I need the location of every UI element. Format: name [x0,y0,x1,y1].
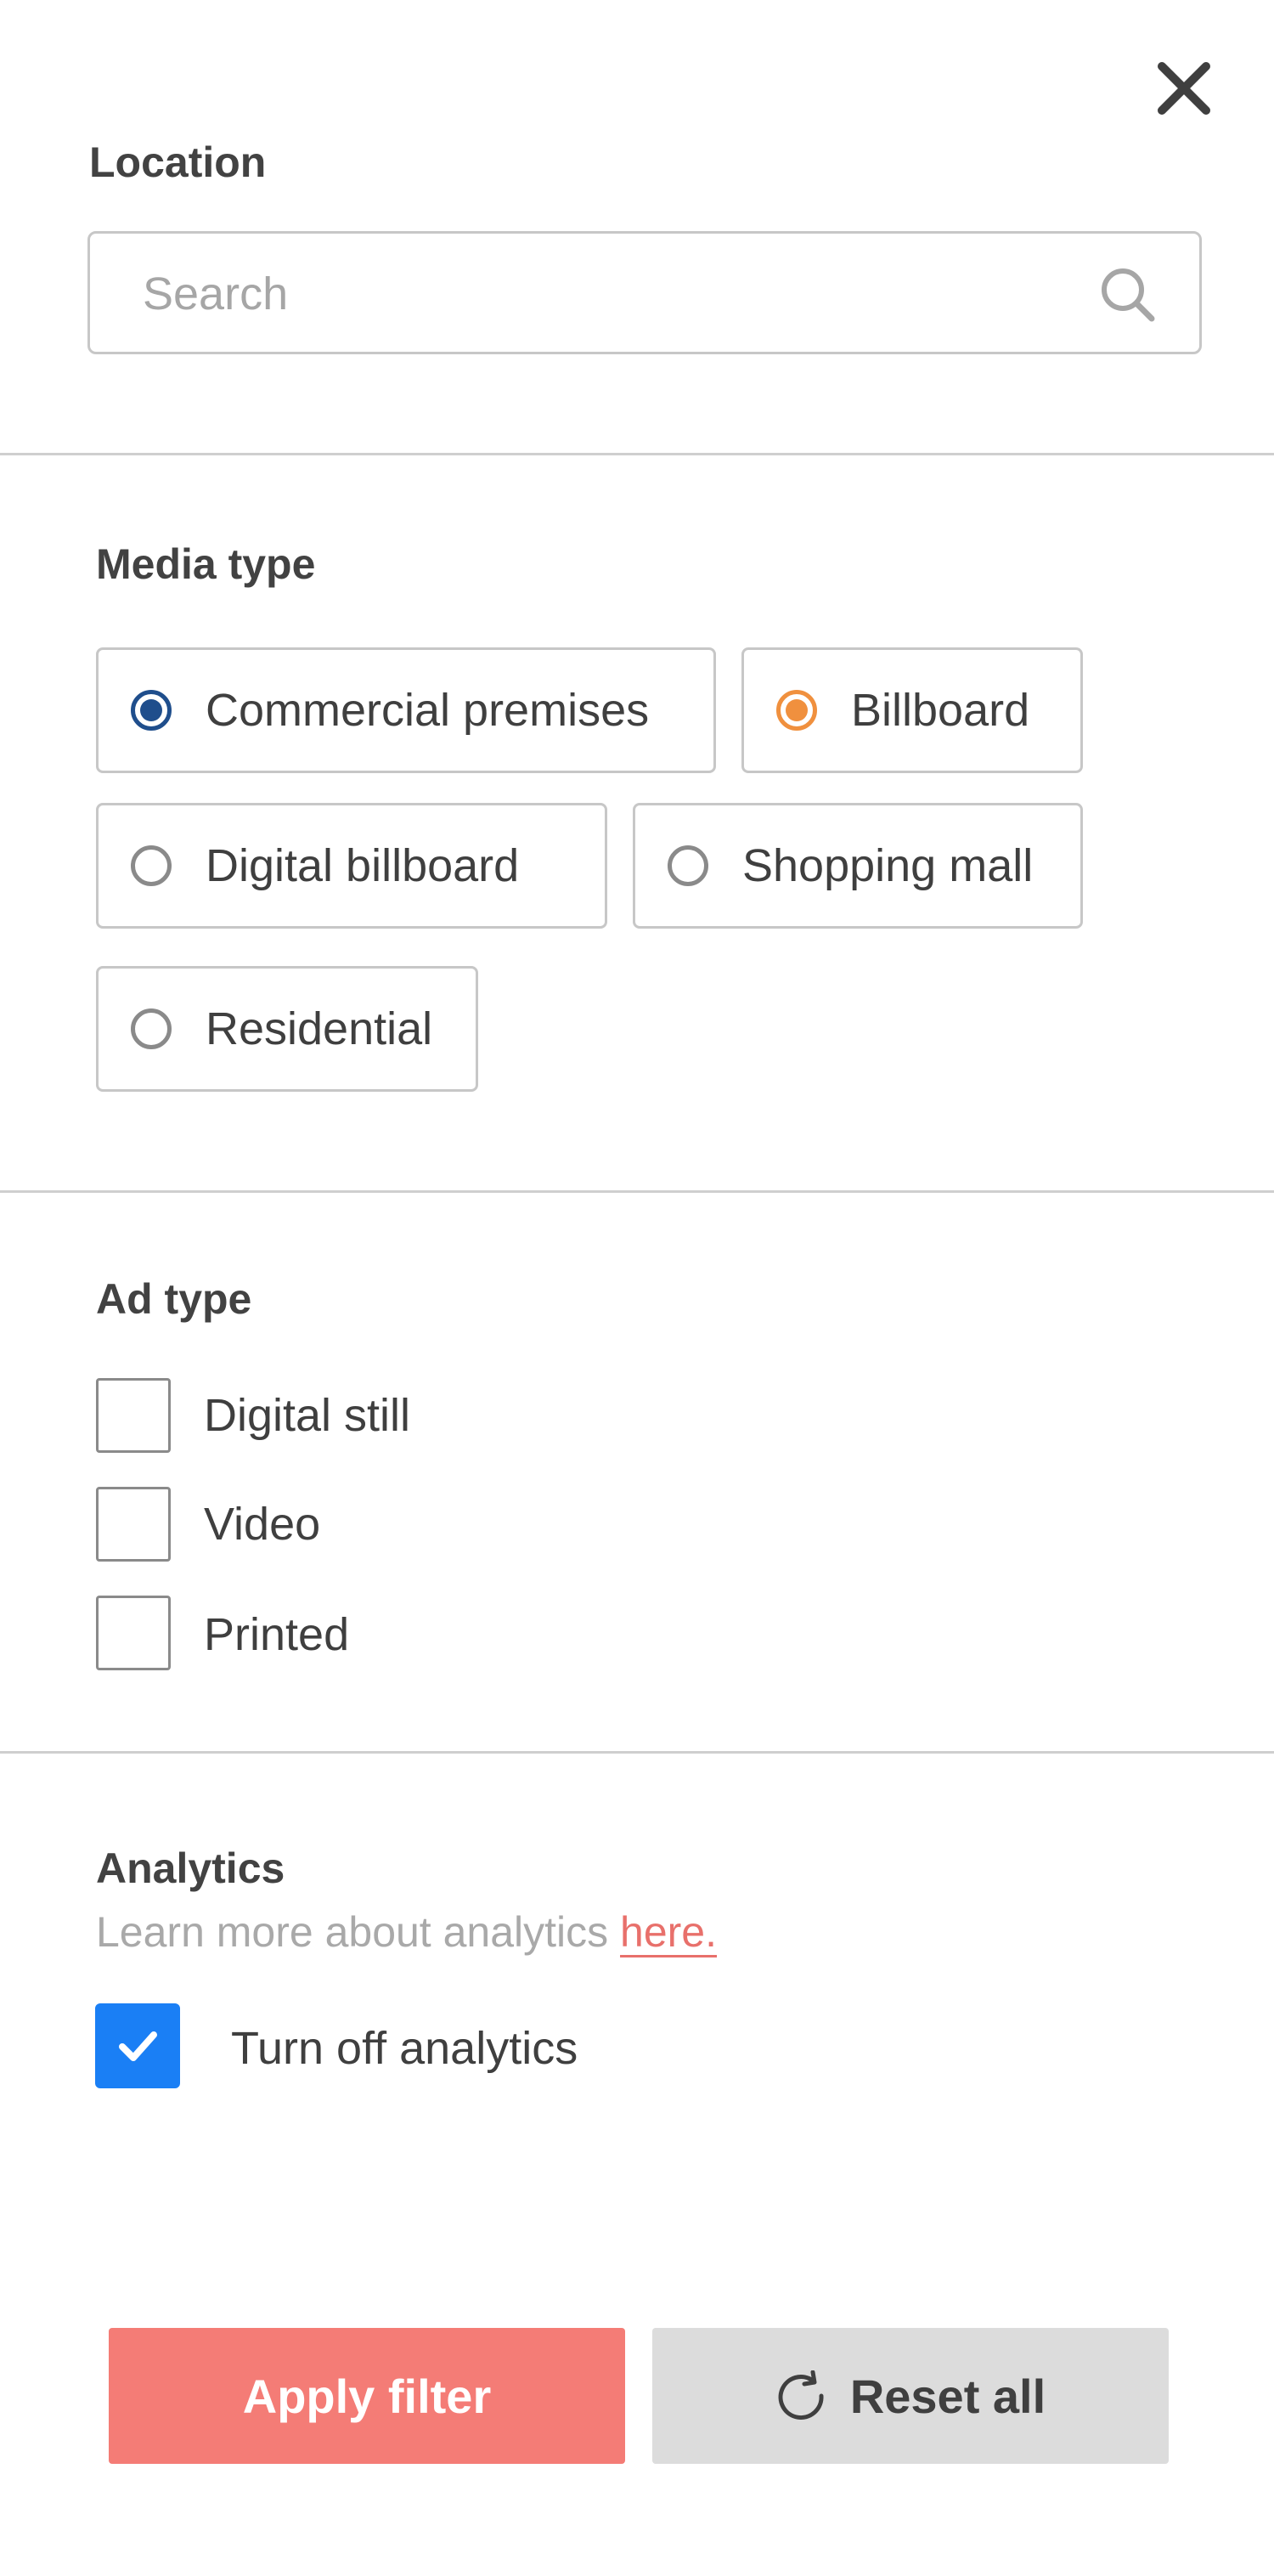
close-icon [1158,62,1210,115]
ad-type-label-printed: Printed [204,1609,350,1660]
media-option-label: Digital billboard [206,840,520,891]
checkmark-icon [119,2031,157,2061]
media-option-label: Shopping mall [742,840,1034,891]
search-icon [1102,268,1155,322]
apply-filter-label: Apply filter [242,2369,492,2423]
location-search-box[interactable] [87,231,1202,354]
divider [0,453,1274,455]
radio-selected-icon [131,690,172,731]
close-button[interactable] [1150,54,1218,122]
media-option-digital-billboard[interactable]: Digital billboard [96,803,607,929]
radio-empty-icon [131,845,172,886]
divider [0,1751,1274,1754]
divider [0,1190,1274,1193]
ad-type-title: Ad type [96,1275,252,1323]
ad-type-checkbox-digital-still[interactable] [96,1378,171,1453]
apply-filter-button[interactable]: Apply filter [109,2328,625,2464]
media-option-label: Commercial premises [206,685,650,736]
ad-type-checkbox-printed[interactable] [96,1596,171,1670]
reset-icon [778,2370,824,2420]
media-option-billboard[interactable]: Billboard [741,647,1083,773]
reset-all-button[interactable]: Reset all [652,2328,1169,2464]
analytics-subtext-text: Learn more about analytics [96,1908,621,1956]
analytics-learn-more-link[interactable]: here. [620,1908,717,1956]
turn-off-analytics-label: Turn off analytics [231,2023,578,2074]
reset-all-label: Reset all [849,2369,1046,2423]
media-option-commercial-premises[interactable]: Commercial premises [96,647,716,773]
radio-empty-icon [131,1008,172,1049]
analytics-title: Analytics [96,1844,285,1892]
media-type-title: Media type [96,540,316,588]
turn-off-analytics-checkbox[interactable] [95,2003,180,2088]
location-title: Location [89,138,267,186]
media-option-residential[interactable]: Residential [96,966,478,1092]
media-option-label: Billboard [851,685,1030,736]
radio-empty-icon [668,845,708,886]
location-search-input[interactable] [141,234,1079,353]
radio-selected-icon [776,690,817,731]
ad-type-label-video: Video [204,1499,321,1550]
media-option-label: Residential [206,1003,433,1054]
ad-type-checkbox-video[interactable] [96,1487,171,1562]
ad-type-label-digital-still: Digital still [204,1390,411,1441]
analytics-subtext: Learn more about analytics here. [96,1907,717,1957]
media-option-shopping-mall[interactable]: Shopping mall [633,803,1083,929]
